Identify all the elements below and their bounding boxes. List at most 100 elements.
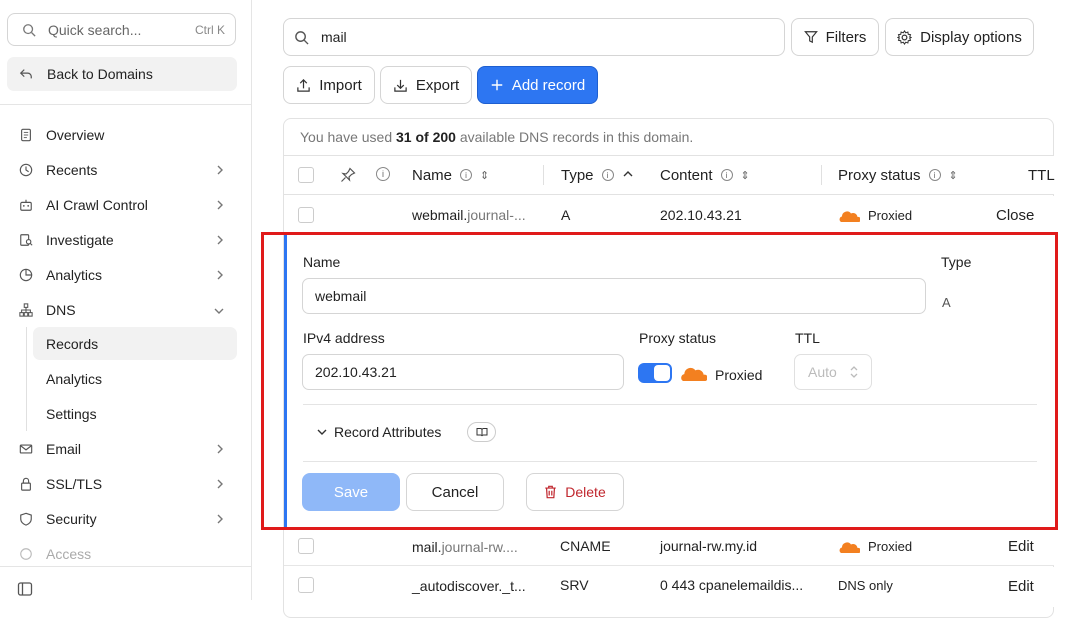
sidebar-item-label: Recents	[46, 162, 98, 178]
column-header-content-label: Content	[660, 166, 713, 184]
records-search-input[interactable]: mail	[283, 18, 785, 56]
sidebar-collapse-icon[interactable]	[17, 581, 33, 600]
search-icon	[295, 30, 309, 45]
lock-icon	[18, 476, 34, 492]
add-record-label: Add record	[511, 76, 586, 94]
record-name-domain: journal-...	[467, 207, 526, 223]
proxy-status-toggle[interactable]	[638, 363, 672, 383]
sidebar-item-dns[interactable]: DNS	[0, 293, 252, 327]
chevron-right-icon	[215, 268, 225, 284]
chevron-up-down-icon	[850, 366, 858, 378]
form-divider	[303, 404, 1037, 405]
submenu-guide-line	[26, 327, 27, 431]
sidebar-item-recents[interactable]: Recents	[0, 153, 252, 187]
column-header-proxy-status[interactable]: Proxy status i ⇕	[821, 165, 958, 185]
cloud-icon	[839, 542, 860, 553]
sidebar-subitem-label: Settings	[46, 405, 97, 422]
sidebar-item-security[interactable]: Security	[0, 502, 252, 536]
record-name-input[interactable]: webmail	[302, 278, 926, 314]
chevron-down-icon	[213, 303, 225, 319]
sort-icon: ⇕	[740, 169, 750, 182]
edit-row-button[interactable]: Edit	[1008, 578, 1034, 595]
sidebar-item-label: Analytics	[46, 267, 103, 283]
usage-prefix: You have used	[300, 129, 397, 145]
display-options-label: Display options	[920, 28, 1022, 46]
sidebar-item-label: AI Crawl Control	[46, 197, 148, 213]
column-header-type-label: Type	[561, 166, 594, 184]
network-icon	[18, 302, 34, 318]
cancel-button[interactable]: Cancel	[406, 473, 504, 511]
back-to-domains-button[interactable]: Back to Domains	[7, 57, 237, 91]
quick-search-shortcut: Ctrl K	[195, 22, 225, 37]
chevron-right-icon	[215, 512, 225, 528]
upload-icon	[297, 78, 310, 92]
record-name: _autodiscover._t...	[412, 578, 526, 594]
export-button[interactable]: Export	[380, 66, 472, 104]
quick-search-input[interactable]: Quick search... Ctrl K	[7, 13, 236, 46]
column-header-type[interactable]: Type i	[543, 165, 634, 185]
record-attributes-toggle[interactable]: Record Attributes	[316, 424, 441, 440]
sidebar-item-analytics[interactable]: Analytics	[0, 258, 252, 292]
display-options-button[interactable]: Display options	[885, 18, 1034, 56]
row-checkbox[interactable]	[298, 538, 314, 554]
sidebar-item-overview[interactable]: Overview	[0, 118, 252, 152]
import-button[interactable]: Import	[283, 66, 375, 104]
record-type: SRV	[560, 577, 589, 593]
column-header-name[interactable]: Name i ⇕	[412, 165, 489, 185]
usage-notice: You have used 31 of 200 available DNS re…	[300, 129, 693, 145]
record-content: 202.10.43.21	[660, 207, 742, 223]
info-icon: i	[460, 169, 473, 181]
sidebar-item-investigate[interactable]: Investigate	[0, 223, 252, 257]
sidebar-item-label: Security	[46, 511, 97, 527]
shield-icon	[18, 511, 34, 527]
select-all-checkbox[interactable]	[298, 167, 314, 183]
sidebar-item-ai-crawl-control[interactable]: AI Crawl Control	[0, 188, 252, 222]
record-name: mail. journal-rw....	[412, 539, 518, 555]
sidebar-subitem-records[interactable]: Records	[33, 327, 237, 360]
usage-suffix: available DNS records in this domain.	[455, 129, 694, 145]
trash-icon	[545, 485, 557, 499]
row-checkbox[interactable]	[298, 577, 314, 593]
sidebar-subitem-analytics[interactable]: Analytics	[33, 362, 237, 395]
chevron-right-icon	[215, 442, 225, 458]
delete-label: Delete	[565, 484, 606, 500]
record-name-main: _autodiscover._t...	[412, 578, 526, 594]
document-icon	[18, 127, 34, 143]
record-attributes-label: Record Attributes	[334, 424, 442, 440]
pin-icon[interactable]	[340, 167, 356, 183]
sidebar-subitem-label: Analytics	[46, 370, 103, 387]
sidebar-item-ssl-tls[interactable]: SSL/TLS	[0, 467, 252, 501]
sidebar-subitem-settings[interactable]: Settings	[33, 397, 237, 430]
ttl-select[interactable]: Auto	[794, 354, 872, 390]
proxy-status-field-label: Proxy status	[639, 330, 717, 346]
info-icon: i	[376, 167, 390, 181]
column-header-ttl-label: TTL	[1028, 166, 1055, 184]
filters-button[interactable]: Filters	[791, 18, 879, 56]
filters-label: Filters	[825, 28, 867, 46]
sidebar-item-label: Overview	[46, 127, 105, 143]
add-record-button[interactable]: Add record	[477, 66, 598, 104]
column-header-ttl[interactable]: TTL	[1028, 165, 1055, 185]
column-header-content[interactable]: Content i ⇕	[660, 165, 750, 185]
form-divider	[303, 461, 1037, 462]
type-field-label: Type	[941, 254, 972, 270]
column-header-name-label: Name	[412, 166, 453, 184]
save-button[interactable]: Save	[302, 473, 400, 511]
delete-button[interactable]: Delete	[526, 473, 624, 511]
sidebar-item-label: Access	[46, 546, 92, 562]
row-checkbox[interactable]	[298, 207, 314, 223]
info-icon: i	[720, 169, 733, 181]
import-label: Import	[319, 76, 362, 94]
proxy-status-label: Proxied	[868, 539, 913, 554]
ipv4-address-input[interactable]: 202.10.43.21	[302, 354, 624, 390]
cancel-label: Cancel	[431, 483, 479, 501]
book-icon[interactable]	[467, 422, 496, 442]
sidebar-item-email[interactable]: Email	[0, 432, 252, 466]
chevron-right-icon	[215, 233, 225, 249]
plus-icon	[491, 79, 503, 91]
access-icon	[18, 546, 34, 562]
sidebar-item-label: DNS	[46, 302, 76, 318]
edit-row-button[interactable]: Edit	[1008, 538, 1034, 555]
close-row-button[interactable]: Close	[996, 207, 1034, 224]
chevron-right-icon	[215, 163, 225, 179]
